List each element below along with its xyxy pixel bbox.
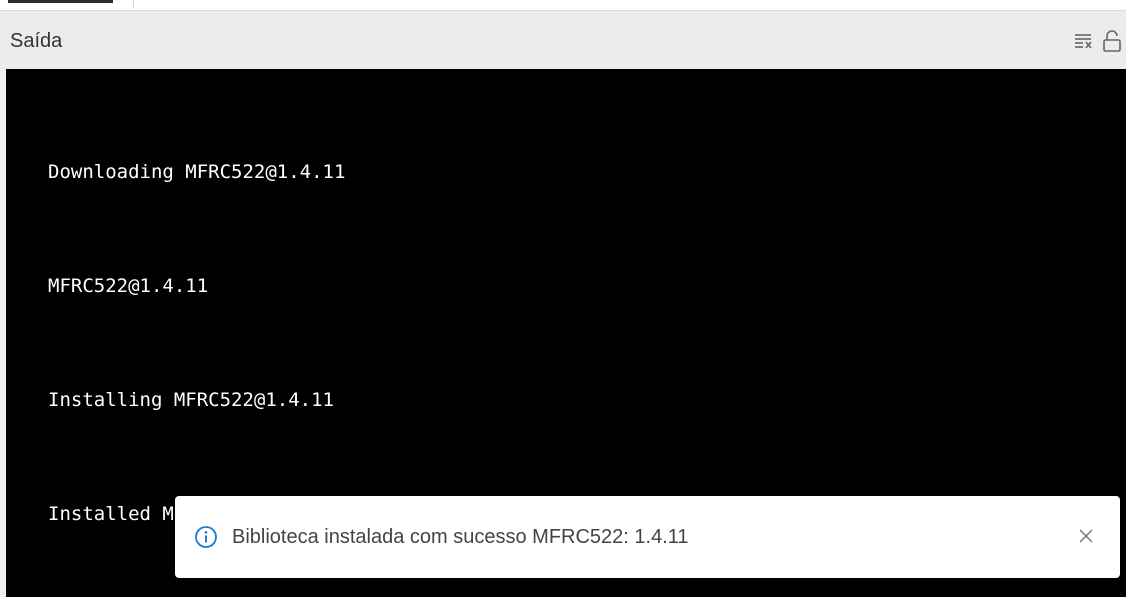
- tab-strip: [0, 0, 1126, 10]
- info-icon: [195, 526, 217, 548]
- close-icon: [1079, 529, 1093, 543]
- active-tab-indicator: [8, 0, 113, 3]
- output-panel: Saída Downloading MFRC522@1.4.11 MFRC522…: [0, 0, 1126, 597]
- notification-toast: Biblioteca instalada com sucesso MFRC522…: [175, 496, 1120, 578]
- scroll-lock-button[interactable]: [1098, 28, 1126, 54]
- console-line: Downloading MFRC522@1.4.11: [48, 161, 346, 183]
- tab-separator: [133, 0, 134, 8]
- lock-icon: [1103, 30, 1121, 52]
- panel-title: Saída: [10, 30, 63, 52]
- console-line: Installing MFRC522@1.4.11: [48, 389, 334, 411]
- output-header: Saída: [0, 10, 1126, 69]
- notification-close-button[interactable]: [1074, 524, 1098, 548]
- clear-output-button[interactable]: [1070, 28, 1098, 54]
- header-actions: [1070, 28, 1126, 54]
- notification-message: Biblioteca instalada com sucesso MFRC522…: [232, 526, 689, 548]
- clear-output-icon: [1075, 34, 1092, 49]
- console-line: MFRC522@1.4.11: [48, 275, 209, 297]
